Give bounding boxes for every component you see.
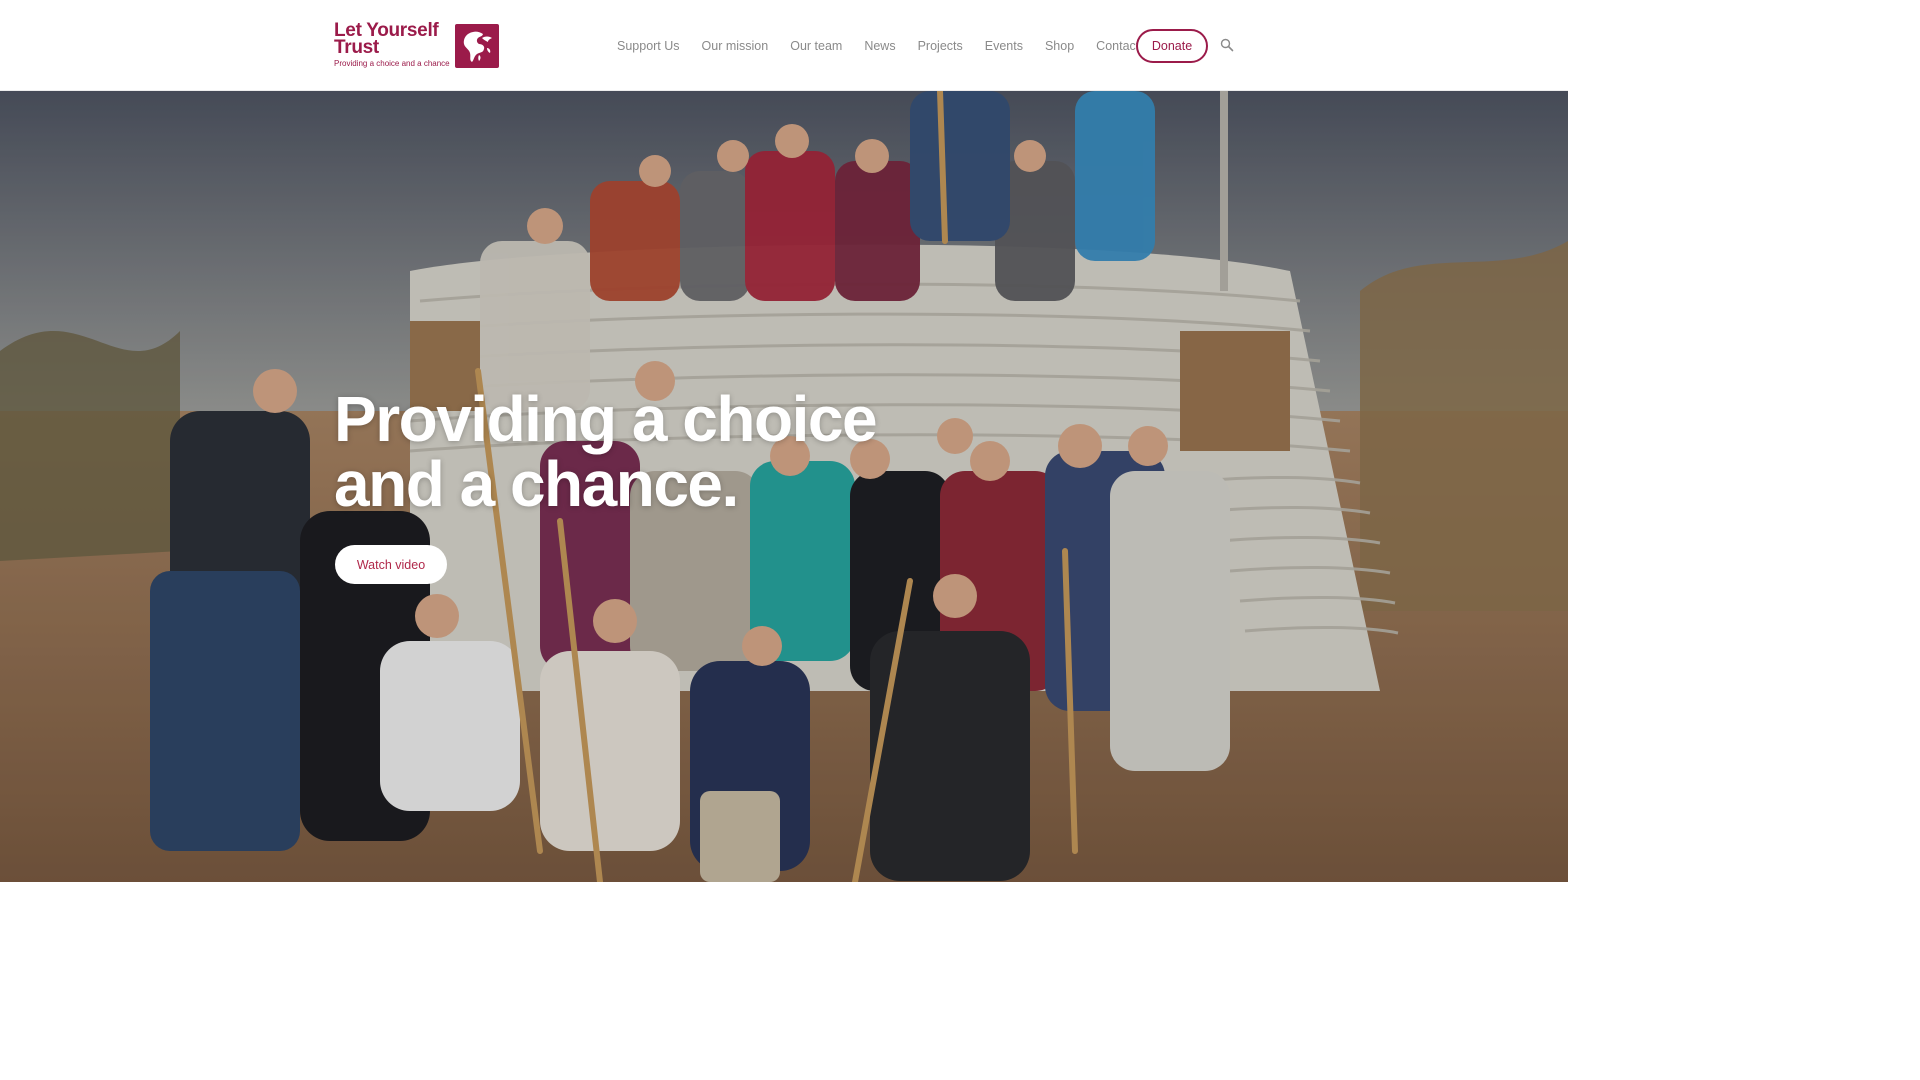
search-icon[interactable] [1220,38,1234,52]
main-nav: Support Us Our mission Our team News Pro… [606,0,1150,91]
nav-item-news[interactable]: News [853,39,906,53]
nav-item-shop[interactable]: Shop [1034,39,1085,53]
logo-name-line2: Trust [334,37,379,58]
nav-item-events[interactable]: Events [974,39,1034,53]
site-header: Let Yourself Trust Providing a choice an… [0,0,1568,91]
logo-text: Let Yourself Trust Providing a choice an… [334,21,450,70]
hero-title-line2: and a chance. [334,448,739,520]
hero-section: Providing a choice and a chance. Watch v… [0,91,1568,882]
nav-item-our-team[interactable]: Our team [779,39,853,53]
nav-item-our-mission[interactable]: Our mission [691,39,780,53]
globe-dove-icon [455,24,499,68]
nav-item-projects[interactable]: Projects [907,39,974,53]
hero-title: Providing a choice and a chance. [334,387,954,517]
watch-video-button[interactable]: Watch video [335,545,447,584]
site-logo[interactable]: Let Yourself Trust Providing a choice an… [334,21,500,70]
donate-button[interactable]: Donate [1136,29,1208,63]
nav-item-support-us[interactable]: Support Us [606,39,691,53]
hero-title-line1: Providing a choice [334,383,878,455]
logo-tagline: Providing a choice and a chance [334,59,450,68]
